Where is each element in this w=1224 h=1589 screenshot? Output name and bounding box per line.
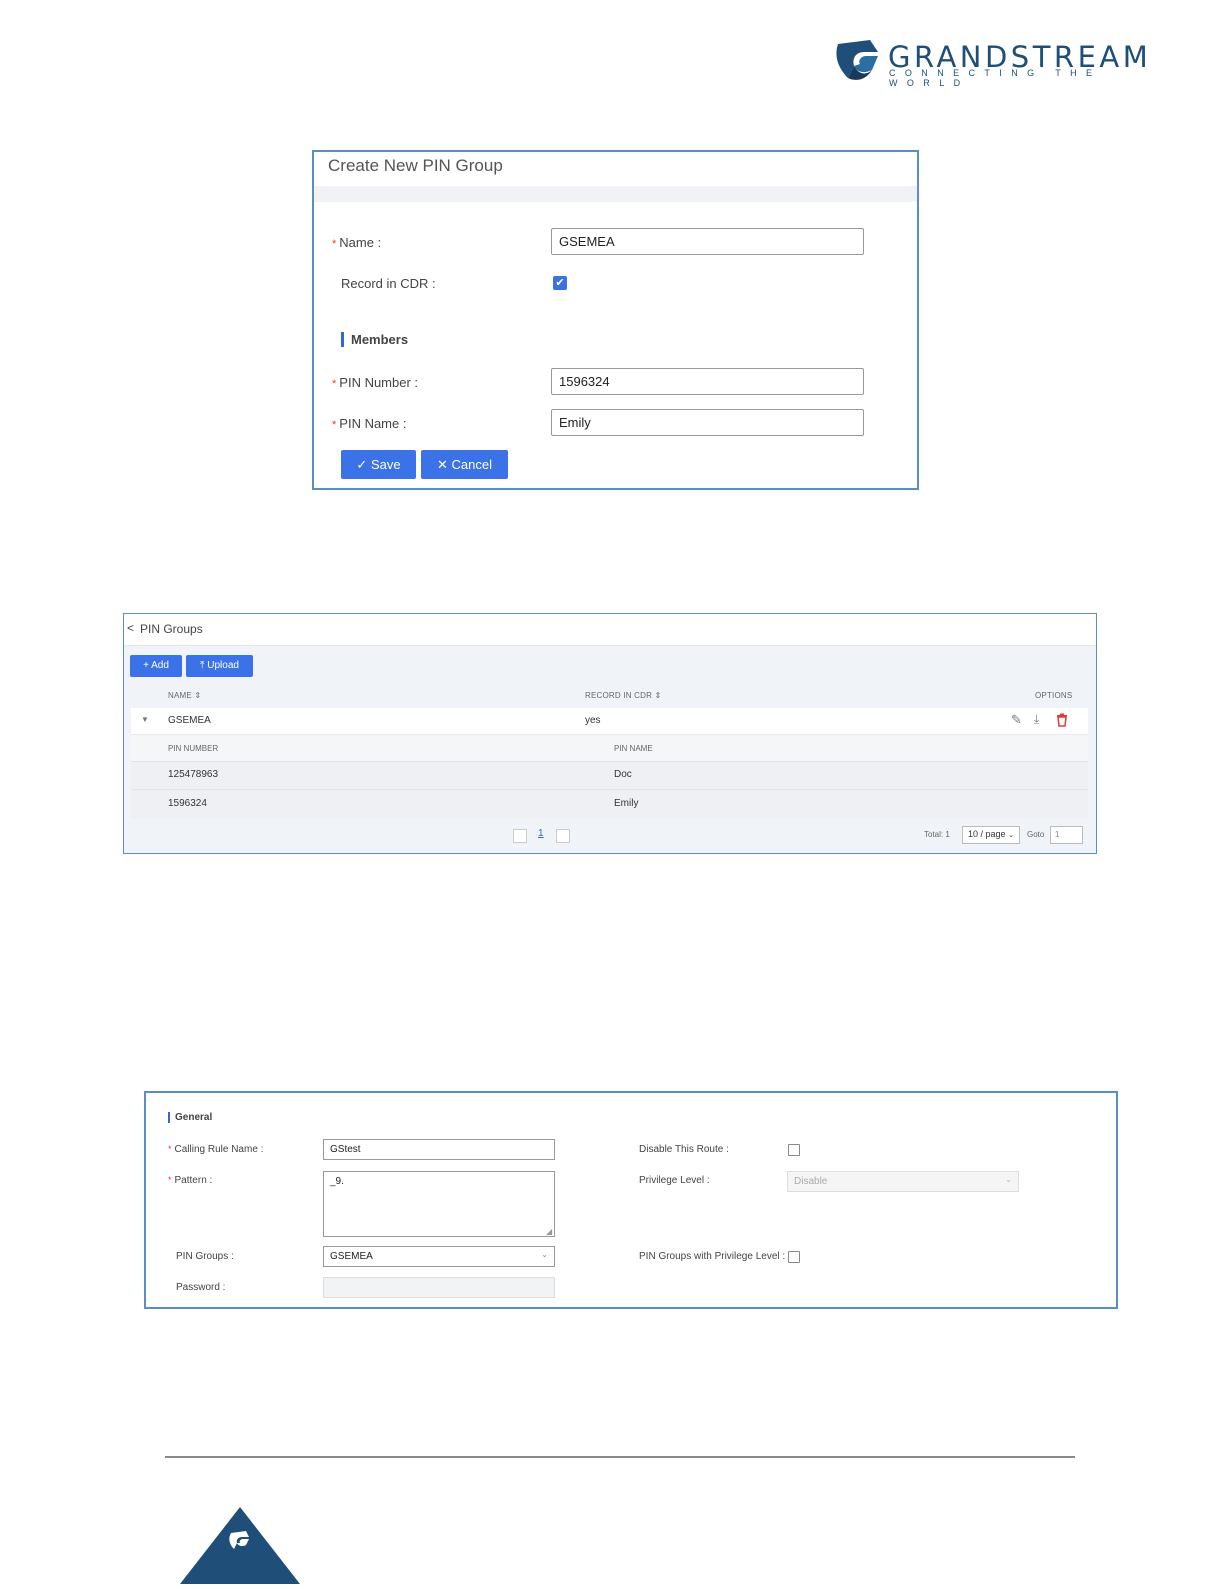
check-icon: ✓	[356, 457, 368, 472]
chevron-down-icon: ⌄	[1008, 832, 1014, 839]
column-header-name[interactable]: NAME ⇕	[168, 691, 201, 700]
page-size-select[interactable]: 10 / page ⌄	[962, 826, 1020, 844]
pin-name-label: * PIN Name :	[332, 416, 407, 431]
next-page-button[interactable]	[556, 829, 570, 843]
grandstream-logo: GRANDSTREAM CONNECTING THE WORLD	[834, 38, 1164, 88]
group-name: GSEMEA	[168, 715, 211, 726]
disable-route-label: Disable This Route :	[639, 1144, 729, 1155]
outbound-route-general-panel: General * Calling Rule Name : GStest * Pat…	[144, 1091, 1118, 1309]
password-label: Password :	[176, 1282, 226, 1293]
cancel-button[interactable]: ✕ Cancel	[421, 450, 508, 479]
name-label: * Name :	[332, 235, 382, 250]
sort-icon: ⇕	[194, 691, 202, 700]
table-row: ▼ GSEMEA yes ✎ ⤓	[131, 708, 1088, 735]
goto-input[interactable]: 1	[1050, 826, 1083, 844]
member-pin-number: 125478963	[168, 769, 219, 780]
save-button[interactable]: ✓ Save	[341, 450, 416, 479]
add-button[interactable]: + Add	[130, 655, 182, 677]
column-header-options: OPTIONS	[1035, 691, 1073, 700]
record-cdr-label: Record in CDR :	[341, 276, 436, 291]
privilege-level-select[interactable]: Disable ⌄	[787, 1171, 1019, 1192]
download-icon[interactable]: ⤓	[1034, 712, 1039, 727]
calling-rule-name-input[interactable]: GStest	[323, 1139, 555, 1160]
column-header-record-cdr[interactable]: RECORD IN CDR ⇕	[585, 691, 661, 700]
plus-icon: +	[143, 660, 149, 671]
required-marker: *	[332, 238, 337, 250]
required-marker: *	[332, 419, 337, 431]
sub-column-pin-number: PIN NUMBER	[168, 744, 219, 753]
prev-page-button[interactable]	[513, 829, 527, 843]
required-marker: *	[332, 378, 337, 390]
general-section-title: General	[168, 1112, 212, 1123]
back-icon[interactable]: <	[127, 621, 134, 635]
calling-rule-name-label: * Calling Rule Name :	[168, 1144, 264, 1155]
sub-column-pin-name: PIN NAME	[614, 744, 653, 753]
required-marker: *	[168, 1175, 172, 1185]
pin-groups-select[interactable]: GSEMEA ⌄	[323, 1246, 555, 1267]
grandstream-logo-icon	[836, 40, 878, 80]
close-icon: ✕	[437, 457, 448, 472]
pin-number-label: * PIN Number :	[332, 375, 419, 390]
password-input[interactable]	[323, 1277, 555, 1298]
upload-icon: ⤒	[200, 660, 205, 671]
member-pin-name: Doc	[614, 769, 632, 780]
list-item: 125478963 Doc	[131, 761, 1088, 790]
panel-header: < PIN Groups	[124, 614, 1096, 646]
sub-table-header: PIN NUMBER PIN NAME	[131, 735, 1088, 761]
list-item: 1596324 Emily	[131, 789, 1088, 818]
pattern-label: * Pattern :	[168, 1175, 213, 1186]
footer-divider	[165, 1456, 1075, 1458]
pin-groups-privilege-label: PIN Groups with Privilege Level :	[639, 1251, 786, 1262]
footer-logo-badge	[180, 1505, 300, 1584]
dialog-header-divider	[314, 186, 917, 202]
chevron-down-icon: ⌄	[541, 1250, 548, 1259]
collapse-caret-icon[interactable]: ▼	[141, 715, 149, 724]
goto-label: Goto	[1027, 830, 1045, 839]
disable-route-checkbox[interactable]	[788, 1144, 800, 1156]
logo-tagline: CONNECTING THE WORLD	[889, 68, 1102, 88]
member-pin-number: 1596324	[168, 798, 207, 809]
pin-groups-panel: < PIN Groups + Add ⤒ Upload NAME ⇕ RECOR…	[123, 613, 1097, 854]
panel-title: PIN Groups	[140, 622, 203, 636]
total-count: Total: 1	[924, 830, 950, 839]
chevron-down-icon: ⌄	[1005, 1175, 1012, 1184]
upload-button[interactable]: ⤒ Upload	[186, 655, 253, 677]
pin-groups-privilege-checkbox[interactable]	[788, 1251, 800, 1263]
grandstream-badge-icon	[180, 1507, 300, 1584]
page-number[interactable]: 1	[538, 828, 544, 839]
create-pin-group-dialog: Create New PIN Group * Name : GSEMEA Reco…	[312, 150, 919, 490]
members-section-title: Members	[341, 332, 408, 347]
sort-icon: ⇕	[654, 691, 662, 700]
group-record-cdr: yes	[585, 715, 601, 726]
member-pin-name: Emily	[614, 798, 639, 809]
pattern-textarea[interactable]: _9.	[323, 1171, 555, 1237]
required-marker: *	[168, 1144, 172, 1154]
delete-icon[interactable]	[1056, 713, 1068, 732]
privilege-level-label: Privilege Level :	[639, 1175, 710, 1186]
dialog-title: Create New PIN Group	[328, 156, 503, 175]
pin-name-input[interactable]: Emily	[551, 409, 864, 436]
record-cdr-checkbox[interactable]: ✔	[553, 276, 567, 290]
edit-icon[interactable]: ✎	[1011, 712, 1022, 728]
pin-groups-label: PIN Groups :	[176, 1251, 234, 1262]
name-input[interactable]: GSEMEA	[551, 228, 864, 255]
resize-handle-icon[interactable]: ◢	[546, 1227, 552, 1236]
pin-number-input[interactable]: 1596324	[551, 368, 864, 395]
